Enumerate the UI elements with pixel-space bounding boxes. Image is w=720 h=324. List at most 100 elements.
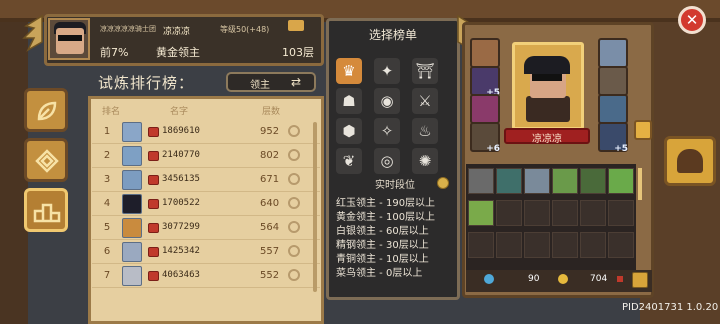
inventory-slot[interactable]	[468, 168, 494, 194]
inventory-slot[interactable]	[496, 200, 522, 226]
row-avatar	[122, 122, 142, 142]
wings-icon[interactable]: ❦	[336, 148, 362, 174]
magnifier-icon[interactable]	[288, 173, 300, 185]
magnifier-icon[interactable]	[288, 197, 300, 209]
table-row[interactable]: 4 1700522 640	[92, 192, 320, 216]
inventory-slot[interactable]	[552, 232, 578, 258]
flame-icon[interactable]: ♨	[412, 118, 438, 144]
inventory-slot[interactable]	[580, 168, 606, 194]
inventory-slot[interactable]	[496, 168, 522, 194]
bag-button[interactable]	[632, 272, 648, 288]
column-rank: 排名	[102, 107, 121, 117]
inventory-slot[interactable]	[524, 232, 550, 258]
inventory-slot[interactable]	[468, 232, 494, 258]
column-name: 名字	[170, 107, 189, 117]
player-level: 等级50(+48)	[220, 25, 270, 34]
leaderboard-filter-button[interactable]	[226, 72, 316, 92]
row-floor: 640	[260, 198, 280, 209]
left-equip-slot[interactable]	[470, 94, 500, 124]
table-row[interactable]: 6 1425342 557	[92, 240, 320, 264]
swirl-icon[interactable]: ◉	[374, 88, 400, 114]
table-row[interactable]: 3 3456135 671	[92, 168, 320, 192]
red-bag-icon	[148, 127, 159, 137]
hexagon-icon[interactable]: ⬢	[336, 118, 362, 144]
row-player-id: 4063463	[162, 270, 200, 280]
crown-icon[interactable]: ♛	[336, 58, 362, 84]
magnifier-icon[interactable]	[288, 269, 300, 281]
inventory-scrollbar[interactable]	[638, 168, 642, 200]
star-icon[interactable]: ✦	[374, 58, 400, 84]
vortex-icon[interactable]: ◎	[374, 148, 400, 174]
table-row[interactable]: 5 3077299 564	[92, 216, 320, 240]
row-player-id: 1700522	[162, 198, 200, 208]
podium-icon	[33, 203, 61, 223]
table-row[interactable]: 7 4063463 552	[92, 264, 320, 288]
wing-crest-left-icon	[22, 14, 43, 52]
table-row[interactable]: 1 1869610 952	[92, 120, 320, 144]
leaf-icon	[37, 101, 57, 121]
inventory-slot[interactable]	[496, 232, 522, 258]
tier-line: 精钢领主 - 30层以上	[336, 240, 429, 251]
list-scrollbar[interactable]	[313, 122, 317, 292]
panel-toggle-tab[interactable]	[634, 120, 652, 140]
slot-bonus: +6	[486, 144, 500, 154]
inventory-slot[interactable]	[580, 232, 606, 258]
inventory-slot[interactable]	[608, 168, 634, 194]
row-rank: 1	[103, 126, 111, 137]
tier-line: 青铜领主 - 10层以上	[336, 254, 429, 265]
inventory-slot[interactable]	[524, 200, 550, 226]
hero-body	[526, 96, 570, 122]
diamond-star-icon[interactable]: ✧	[374, 118, 400, 144]
row-rank: 2	[103, 150, 111, 161]
filter-label: 领主	[250, 80, 270, 91]
left-equip-slot[interactable]: +6	[470, 122, 500, 154]
close-button[interactable]: ✕	[678, 6, 706, 34]
coin-count: 704	[590, 274, 608, 284]
row-avatar	[122, 194, 142, 214]
inventory-slot[interactable]	[608, 232, 634, 258]
inventory-slot[interactable]	[552, 200, 578, 226]
table-row[interactable]: 2 2140770 802	[92, 144, 320, 168]
inventory-slot[interactable]	[608, 200, 634, 226]
red-bag-icon	[148, 199, 159, 209]
magnifier-icon[interactable]	[288, 245, 300, 257]
tier-line: 黄金领主 - 100层以上	[336, 212, 436, 223]
red-bag-icon	[148, 223, 159, 233]
row-avatar	[122, 266, 142, 286]
arch-icon[interactable]: ☗	[336, 88, 362, 114]
magnifier-icon[interactable]	[288, 221, 300, 233]
row-floor: 671	[260, 174, 280, 185]
sun-swirl-icon[interactable]: ✺	[412, 148, 438, 174]
red-bag-icon	[148, 247, 159, 257]
rank-title: 黄金领主	[156, 46, 200, 59]
gate-icon[interactable]: ⛩	[412, 58, 438, 84]
tab-podium[interactable]	[24, 188, 68, 232]
gem-count: 90	[528, 274, 540, 284]
swap-icon: ⇄	[291, 75, 302, 89]
hero-sunglasses	[532, 74, 562, 81]
red-bag-icon	[148, 175, 159, 185]
right-equip-slot[interactable]	[598, 66, 628, 96]
claws-icon[interactable]: ⚔	[412, 88, 438, 114]
inventory-slot[interactable]	[524, 168, 550, 194]
tab-diamond[interactable]	[24, 138, 68, 182]
row-rank: 5	[103, 222, 111, 233]
inventory-slot[interactable]	[552, 168, 578, 194]
right-equip-slot[interactable]: +5	[598, 122, 628, 154]
right-equip-slot[interactable]	[598, 38, 628, 68]
row-avatar	[122, 242, 142, 262]
magnifier-icon[interactable]	[288, 125, 300, 137]
left-equip-slot[interactable]	[470, 38, 500, 68]
player-avatar	[48, 18, 90, 60]
row-player-id: 1425342	[162, 246, 200, 256]
diamond-icon	[35, 149, 59, 173]
inventory-slot[interactable]	[580, 200, 606, 226]
helmet-button[interactable]	[664, 136, 716, 186]
right-equip-slot[interactable]	[598, 94, 628, 124]
row-player-id: 1869610	[162, 126, 200, 136]
magnifier-icon[interactable]	[288, 149, 300, 161]
left-equip-slot[interactable]: +5	[470, 66, 500, 98]
tab-leaf[interactable]	[24, 88, 68, 132]
inventory-slot[interactable]	[468, 200, 494, 226]
red-bag-icon	[148, 151, 159, 161]
